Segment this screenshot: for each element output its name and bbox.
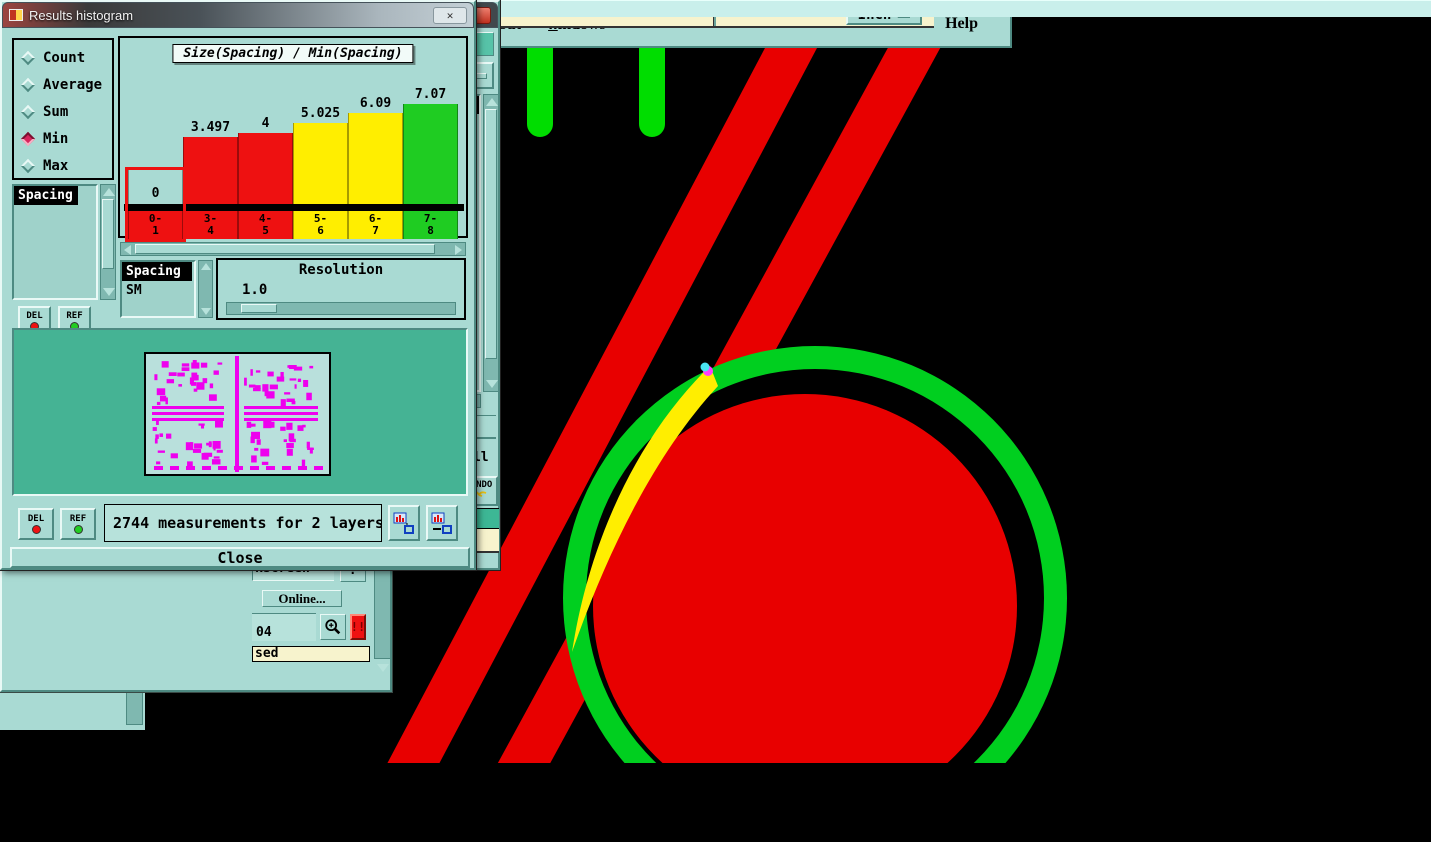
check-status-strip: sed	[252, 646, 370, 662]
bar-value-label: 7.07	[414, 87, 447, 102]
bar-category-cell[interactable]: 4- 5	[238, 211, 293, 239]
red-dot-icon	[31, 524, 41, 534]
categories-scrollbar[interactable]	[483, 94, 499, 392]
radio-diamond-icon[interactable]	[20, 104, 36, 119]
stat-option-min[interactable]: Min	[14, 125, 112, 152]
hist-delete-button2[interactable]: DEL	[18, 508, 54, 540]
copy-histogram-icon	[393, 512, 414, 534]
export-histogram-button[interactable]	[388, 505, 420, 541]
resolution-panel: Resolution 1.0	[216, 258, 466, 320]
radio-diamond-icon[interactable]	[20, 77, 36, 92]
stat-option-max[interactable]: Max	[14, 152, 112, 179]
bar-value-label: 5.025	[300, 106, 341, 121]
layer-sublist-scrollbar[interactable]	[198, 260, 213, 318]
green-dot-icon	[73, 524, 83, 534]
alert-button[interactable]: !!	[350, 614, 366, 640]
ref-label: REF	[66, 310, 83, 321]
bar-value-label: 6.09	[359, 96, 392, 111]
layer-sublist-item[interactable]: SM	[122, 281, 194, 300]
result-count-field: 04	[252, 613, 316, 641]
violation-density-map	[152, 356, 323, 472]
stat-option-sum[interactable]: Sum	[14, 98, 112, 125]
layer-sublist-item[interactable]: Spacing	[122, 262, 192, 281]
stat-label: Max	[43, 157, 69, 174]
measurement-type-list[interactable]: Spacing	[12, 184, 98, 300]
histogram-title-text: Results histogram	[29, 7, 134, 23]
scroll-down-icon[interactable]	[377, 664, 389, 672]
hist-reference-button2[interactable]: REF	[60, 508, 96, 540]
bar[interactable]	[403, 104, 458, 204]
zoom-to-results-button[interactable]	[320, 614, 346, 640]
undo-arrow-icon	[475, 491, 486, 497]
histogram-window-icon	[9, 9, 23, 21]
histogram-close-icon[interactable]: ✕	[433, 6, 467, 24]
move-histogram-icon	[431, 512, 452, 534]
results-histogram-window: Results histogram ✕ Count Average Sum Min Ma…	[0, 0, 476, 570]
bar-category-cell[interactable]: 6- 7	[348, 211, 403, 239]
ref-label: REF	[69, 513, 87, 524]
bar[interactable]	[348, 113, 403, 204]
measurement-type-item[interactable]: Spacing	[14, 186, 78, 205]
stat-label: Min	[43, 130, 69, 147]
measurement-type-scrollbar[interactable]	[100, 184, 116, 300]
stat-label: Average	[43, 76, 103, 93]
bar[interactable]	[293, 123, 348, 204]
chart-panel: Size(Spacing) / Min(Spacing) 0 0- 1 3.497 3-…	[118, 36, 468, 242]
stat-option-average[interactable]: Average	[14, 71, 112, 98]
stat-panel: Count Average Sum Min Max	[12, 38, 114, 180]
histogram-titlebar[interactable]: Results histogram ✕	[2, 2, 474, 28]
cell-range-line2: 4	[207, 224, 214, 237]
board-preview[interactable]	[144, 352, 331, 476]
histogram-close-button[interactable]: Close	[10, 547, 470, 568]
screen: Graphic Editor 9.07b2 (00@HY-HYCAM-PC018…	[0, 0, 1431, 842]
bar-category-cell[interactable]: 7- 8	[403, 211, 458, 239]
slider-thumb[interactable]	[241, 304, 277, 313]
bar-value-label: 4	[261, 116, 270, 131]
bar[interactable]	[238, 133, 293, 204]
layer-sublist[interactable]: Spacing SM	[120, 260, 196, 318]
bar-category-cell[interactable]: 5- 6	[293, 211, 348, 239]
resolution-label: Resolution	[298, 262, 384, 278]
stat-label: Sum	[43, 103, 69, 120]
cell-range-line2: 1	[152, 224, 159, 237]
bar[interactable]	[183, 137, 238, 204]
check-result-row: 04!!	[252, 613, 374, 641]
cell-range-line2: 8	[427, 224, 434, 237]
cell-range-line2: 6	[317, 224, 324, 237]
online-button[interactable]: Online...	[262, 590, 342, 607]
radio-diamond-icon[interactable]	[20, 158, 36, 173]
menu-help[interactable]: Help	[945, 15, 978, 33]
chart-title: Size(Spacing) / Min(Spacing)	[183, 46, 403, 61]
radio-diamond-icon[interactable]	[20, 50, 36, 65]
del-label: DEL	[27, 513, 45, 524]
del-label: DEL	[26, 310, 43, 321]
cell-range-line2: 5	[262, 224, 269, 237]
import-histogram-button[interactable]	[426, 505, 458, 541]
dropdown-dash-icon	[474, 72, 488, 79]
stat-option-count[interactable]: Count	[14, 44, 112, 71]
bar-value-label: 3.497	[190, 120, 231, 135]
chart-title-box: Size(Spacing) / Min(Spacing)	[172, 44, 414, 63]
preview-panel	[12, 328, 468, 496]
cell-range-line2: 7	[372, 224, 379, 237]
bar-category-cell[interactable]: 0- 1	[128, 211, 183, 239]
measurements-summary: 2744 measurements for 2 layers	[104, 504, 382, 542]
bar-category-cell[interactable]: 3- 4	[183, 211, 238, 239]
resolution-value: 1.0	[242, 282, 268, 298]
bar-value-label: 0	[151, 186, 160, 201]
magnifier-icon	[325, 619, 341, 635]
resolution-slider[interactable]	[226, 302, 456, 315]
radio-diamond-icon[interactable]	[20, 131, 36, 146]
chart-baseline	[124, 204, 464, 211]
chart-hscrollbar[interactable]	[120, 242, 466, 256]
measure-marker-cyan	[700, 362, 710, 372]
stat-label: Count	[43, 49, 86, 66]
